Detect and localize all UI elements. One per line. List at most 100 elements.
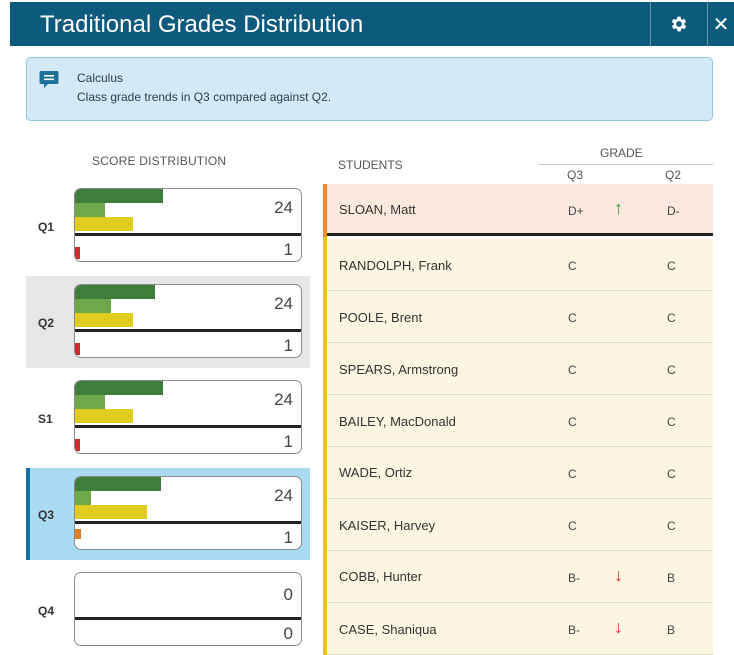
student-name: WADE, Ortiz: [339, 465, 413, 480]
term-label: Q2: [38, 316, 55, 330]
bar-grade-a: [75, 381, 163, 395]
bar-grade-b: [75, 491, 91, 505]
grade-q2: D-: [667, 204, 680, 218]
passing-count: 24: [274, 390, 293, 409]
column-q2: Q2: [665, 168, 682, 182]
term-label: Q4: [38, 604, 55, 618]
bar-grade-b: [75, 395, 105, 409]
passing-count: 0: [283, 585, 293, 604]
student-name: SPEARS, Armstrong: [339, 362, 459, 377]
trend-down-icon: ↓: [614, 565, 623, 585]
term-row-s1[interactable]: S1 24 1: [26, 372, 310, 464]
student-name: RANDOLPH, Frank: [339, 258, 452, 273]
bar-grade-c: [75, 217, 133, 231]
student-row[interactable]: SLOAN, Matt D+ ↑ D-: [327, 184, 713, 236]
distribution-card: 24 1: [74, 476, 302, 550]
failing-count: 1: [283, 240, 293, 259]
grade-q3: C: [568, 467, 577, 481]
term-row-q3[interactable]: Q3 24 1: [26, 468, 310, 560]
student-name: POOLE, Brent: [339, 310, 423, 325]
gear-icon: [671, 16, 687, 32]
grade-q2: B: [667, 623, 676, 637]
bar-grade-f: [75, 343, 80, 355]
grade-q3: D+: [568, 204, 584, 218]
message-icon: [39, 71, 59, 88]
divider: [75, 425, 301, 428]
grade-q3: C: [568, 415, 577, 429]
grade-q3: C: [568, 259, 577, 273]
grade-q3: C: [568, 363, 577, 377]
student-row[interactable]: SPEARS, Armstrong C C: [327, 343, 713, 395]
distribution-card: 24 1: [74, 380, 302, 454]
grade-q2: C: [667, 311, 676, 325]
student-name: CASE, Shaniqua: [339, 622, 437, 637]
failing-count: 1: [283, 336, 293, 355]
bar-grade-a: [75, 285, 155, 299]
failing-count: 1: [283, 432, 293, 451]
bar-grade-c: [75, 313, 133, 327]
grade-q2: C: [667, 415, 676, 429]
distribution-card: 24 1: [74, 284, 302, 358]
distribution-card: 0 0: [74, 572, 302, 646]
course-name: Calculus: [77, 71, 124, 85]
distribution-card: 24 1: [74, 188, 302, 262]
trend-up-icon: ↑: [614, 198, 623, 218]
term-label: S1: [38, 412, 53, 426]
term-label: Q3: [38, 508, 55, 522]
score-distribution-header: SCORE DISTRIBUTION: [92, 154, 227, 168]
grade-q2: C: [667, 259, 676, 273]
settings-button[interactable]: [650, 2, 708, 46]
failing-count: 0: [283, 624, 293, 643]
student-row[interactable]: COBB, Hunter B- ↓ B: [327, 551, 713, 603]
term-label: Q1: [38, 220, 55, 234]
close-icon: ✕: [712, 13, 730, 36]
grade-q3: C: [568, 311, 577, 325]
student-name: BAILEY, MacDonald: [339, 414, 456, 429]
student-row[interactable]: KAISER, Harvey C C: [327, 499, 713, 551]
passing-count: 24: [274, 294, 293, 313]
info-banner: Calculus Class grade trends in Q3 compar…: [26, 57, 713, 121]
column-q3: Q3: [567, 168, 584, 182]
bar-grade-b: [75, 203, 105, 217]
student-row[interactable]: WADE, Ortiz C C: [327, 447, 713, 499]
student-row[interactable]: RANDOLPH, Frank C C: [327, 239, 713, 291]
dialog-header: Traditional Grades Distribution ✕: [10, 2, 734, 46]
bar-grade-c: [75, 409, 133, 423]
divider: [75, 521, 301, 524]
bar-grade-a: [75, 189, 163, 203]
bar-grade-f: [75, 247, 80, 259]
term-row-q1[interactable]: Q1 24 1: [26, 180, 310, 272]
grade-q2: B: [667, 571, 676, 585]
bar-grade-a: [75, 477, 161, 491]
bar-grade-b: [75, 299, 111, 313]
student-name: KAISER, Harvey: [339, 518, 436, 533]
dialog-title: Traditional Grades Distribution: [40, 11, 364, 38]
divider: [75, 233, 301, 236]
trend-down-icon: ↓: [614, 617, 623, 637]
term-row-q2[interactable]: Q2 24 1: [26, 276, 310, 368]
passing-count: 24: [274, 486, 293, 505]
bar-grade-f: [75, 439, 80, 451]
student-name: SLOAN, Matt: [339, 202, 416, 217]
student-row[interactable]: CASE, Shaniqua B- ↓ B: [327, 603, 713, 655]
grade-q2: C: [667, 363, 676, 377]
student-row[interactable]: BAILEY, MacDonald C C: [327, 395, 713, 447]
bar-grade-c: [75, 505, 147, 519]
failing-count: 1: [283, 528, 293, 547]
grade-q3: B-: [568, 623, 580, 637]
grade-q2: C: [667, 519, 676, 533]
divider: [75, 617, 301, 620]
students-header: STUDENTS: [338, 158, 403, 172]
banner-description: Class grade trends in Q3 compared agains…: [77, 90, 332, 104]
term-row-q4[interactable]: Q4 0 0: [26, 564, 310, 655]
grade-q2: C: [667, 467, 676, 481]
grade-q3: C: [568, 519, 577, 533]
bar-grade-f: [75, 529, 81, 539]
student-row[interactable]: POOLE, Brent C C: [327, 291, 713, 343]
student-name: COBB, Hunter: [339, 569, 423, 584]
close-button[interactable]: ✕: [708, 2, 734, 46]
divider: [75, 329, 301, 332]
grade-q3: B-: [568, 571, 580, 585]
grade-header-rule: [539, 164, 713, 165]
grade-header: GRADE: [600, 146, 643, 160]
